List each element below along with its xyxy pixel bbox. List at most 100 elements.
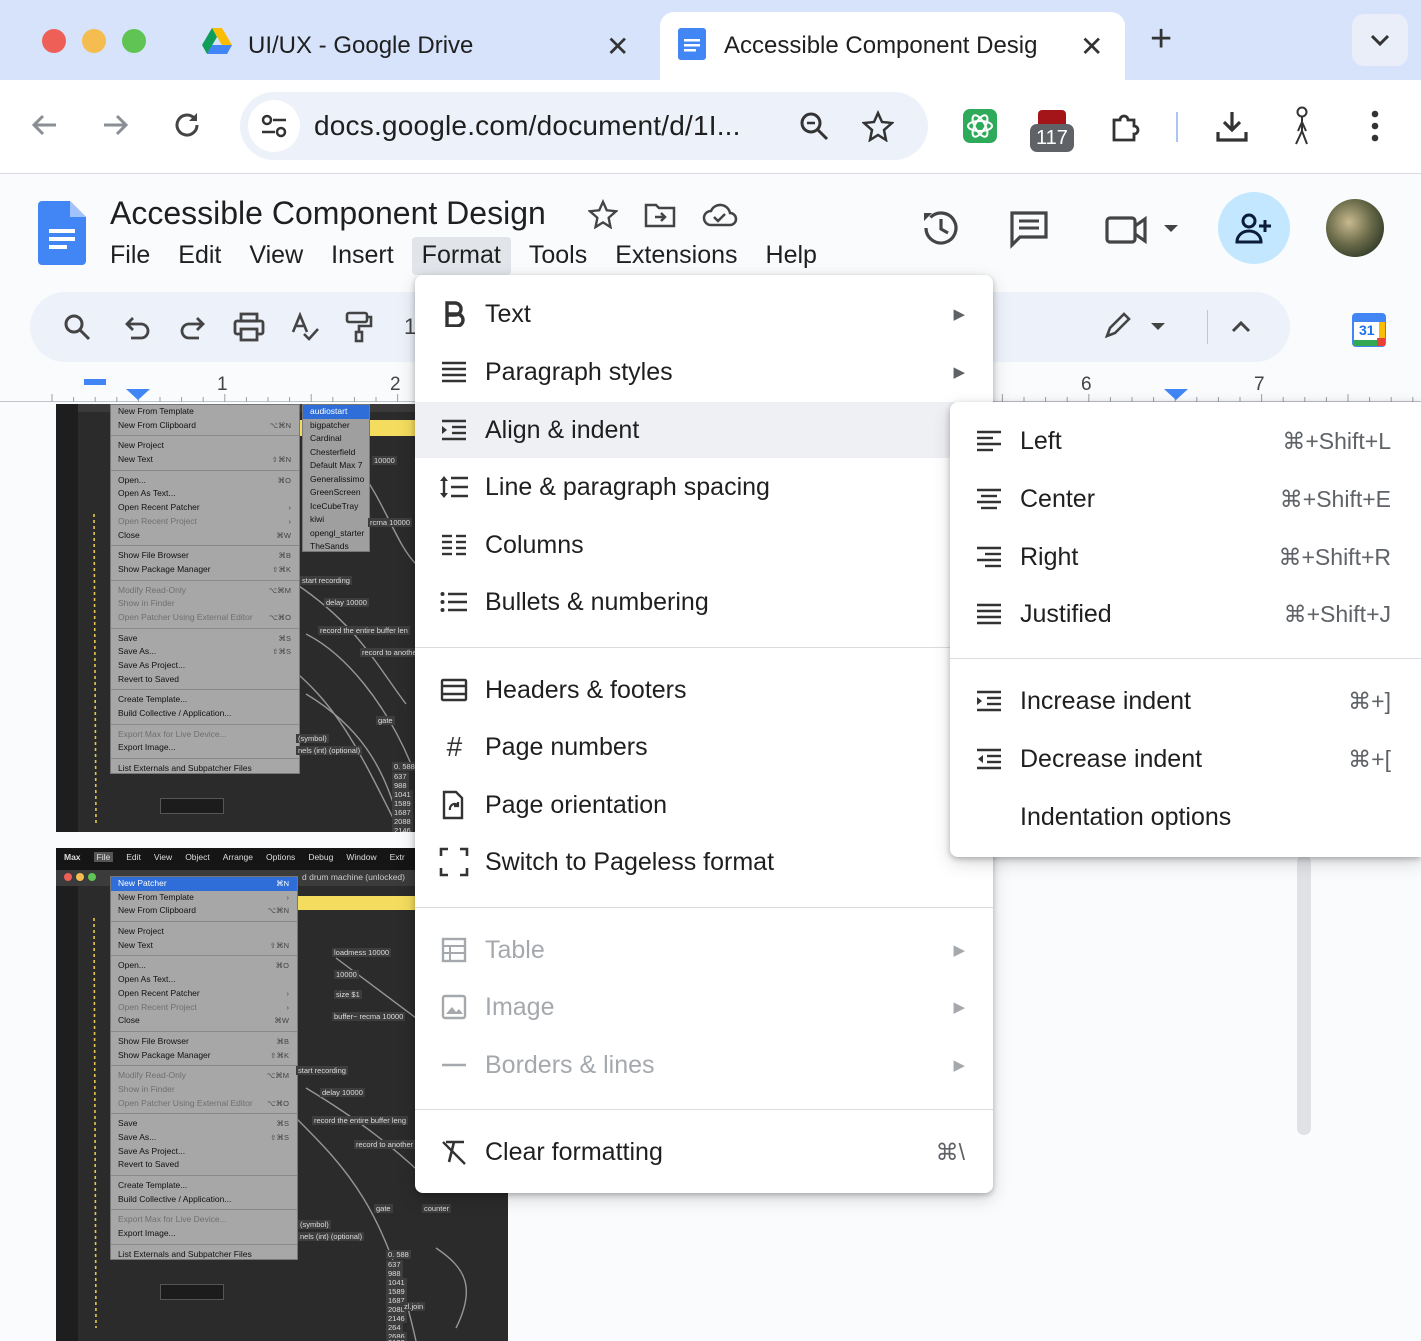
submenu-item-shortcut: ⌘+] bbox=[1348, 687, 1391, 714]
undo-button[interactable] bbox=[118, 308, 156, 346]
search-menus-button[interactable] bbox=[58, 308, 96, 346]
close-window-button[interactable] bbox=[42, 29, 66, 53]
shot-menu-row-shortcut: ⌥⌘M bbox=[268, 585, 291, 595]
menu-tools[interactable]: Tools bbox=[519, 237, 597, 275]
editing-mode-button[interactable] bbox=[1096, 308, 1176, 346]
hide-menus-button[interactable] bbox=[1222, 308, 1260, 346]
shot-menu-separator bbox=[111, 579, 299, 581]
meet-button[interactable] bbox=[1104, 213, 1188, 252]
align-left-item[interactable]: Left ⌘+Shift+L bbox=[950, 413, 1421, 469]
extension-button[interactable] bbox=[962, 108, 998, 144]
format-menu-item-clear-formatting[interactable]: Clear formatting ⌘\ bbox=[415, 1124, 993, 1180]
address-bar[interactable]: docs.google.com/document/d/1I... bbox=[240, 92, 928, 160]
calendar-button[interactable]: 31 bbox=[1351, 312, 1387, 348]
shot-menu-row-label: Export Image... bbox=[118, 1228, 176, 1239]
shot-menu-row-shortcut: ⇧⌘K bbox=[270, 1050, 289, 1060]
tab-accessible-component-design[interactable]: Accessible Component Desig ✕ bbox=[660, 12, 1125, 80]
format-menu-item-page-numbers[interactable]: # Page numbers bbox=[415, 719, 993, 775]
forward-button[interactable] bbox=[98, 108, 132, 142]
menu-item-label: Text bbox=[485, 299, 531, 328]
tab-title: UI/UX - Google Drive bbox=[248, 32, 474, 59]
shot-menu-row-shortcut: ⌥⌘O bbox=[269, 612, 291, 622]
back-button[interactable] bbox=[28, 108, 62, 142]
menu-insert[interactable]: Insert bbox=[321, 237, 404, 275]
close-tab-icon[interactable]: ✕ bbox=[1080, 30, 1103, 63]
extensions-menu-button[interactable] bbox=[1106, 108, 1144, 146]
submenu-arrow-icon: ▶ bbox=[953, 942, 965, 959]
menu-divider bbox=[950, 658, 1421, 659]
document-title[interactable]: Accessible Component Design bbox=[110, 195, 546, 232]
spellcheck-button[interactable] bbox=[286, 308, 324, 346]
shot-menu-row: Revert to Saved bbox=[111, 1158, 297, 1172]
comments-button[interactable] bbox=[1008, 209, 1050, 254]
decrease-indent-item[interactable]: Decrease indent ⌘+[ bbox=[950, 731, 1421, 787]
menu-extensions[interactable]: Extensions bbox=[605, 237, 747, 275]
site-info-button[interactable] bbox=[248, 100, 300, 152]
shot-menu-row: Show Package Manager ⇧⌘K bbox=[111, 1049, 297, 1063]
submenu-item-label: Decrease indent bbox=[1020, 744, 1203, 773]
format-menu-item-paragraph-styles[interactable]: Paragraph styles ▶ bbox=[415, 344, 993, 400]
avatar[interactable] bbox=[1326, 199, 1384, 257]
share-button[interactable] bbox=[1218, 192, 1290, 264]
docs-logo-icon[interactable] bbox=[38, 201, 86, 270]
shot-patch-label: 1589 bbox=[386, 1287, 407, 1296]
format-menu-item-headers-footers[interactable]: Headers & footers bbox=[415, 662, 993, 718]
stick-figure-icon bbox=[1295, 106, 1308, 145]
shot-menu-row: New From Template › bbox=[111, 891, 297, 905]
profile-button[interactable] bbox=[1284, 104, 1320, 148]
version-history-button[interactable] bbox=[920, 207, 962, 254]
format-menu-item-line-spacing[interactable]: Line & paragraph spacing bbox=[415, 459, 993, 515]
paint-format-button[interactable] bbox=[340, 308, 378, 346]
extension-badge-button[interactable]: 117 bbox=[1030, 108, 1074, 152]
bookmark-button[interactable] bbox=[860, 108, 896, 144]
shot-menu-row-label: Build Collective / Application... bbox=[118, 708, 232, 719]
close-tab-icon[interactable]: ✕ bbox=[606, 30, 629, 63]
menu-file[interactable]: File bbox=[100, 237, 160, 275]
shot-menu-row-label: Open Patcher Using External Editor bbox=[118, 611, 253, 622]
extension-badge-count: 117 bbox=[1030, 124, 1074, 152]
minimize-window-button[interactable] bbox=[82, 29, 106, 53]
print-button[interactable] bbox=[230, 308, 268, 346]
align-justify-item[interactable]: Justified ⌘+Shift+J bbox=[950, 586, 1421, 642]
zoom-button[interactable] bbox=[796, 108, 832, 144]
format-menu-item-text[interactable]: Text ▶ bbox=[415, 286, 993, 342]
document-scrollbar[interactable] bbox=[1297, 855, 1311, 1135]
menu-format[interactable]: Format bbox=[411, 237, 511, 275]
shot-patch-label: buffer~ recma 10000 bbox=[332, 1012, 406, 1021]
cloud-status-button[interactable] bbox=[702, 201, 738, 234]
shot-patch-label: 0. 588 bbox=[386, 1250, 411, 1259]
shot-menu-row-label: Save bbox=[118, 632, 138, 643]
format-menu-item-bullets[interactable]: Bullets & numbering bbox=[415, 574, 993, 630]
menu-item-label: Borders & lines bbox=[485, 1050, 655, 1079]
shot-menu-row-shortcut: ⌘W bbox=[276, 530, 291, 540]
shot-menu-row-label: Show Package Manager bbox=[118, 1049, 211, 1060]
new-tab-button[interactable]: + bbox=[1150, 18, 1172, 61]
format-menu-item-align-indent[interactable]: Align & indent bbox=[415, 402, 993, 458]
tab-google-drive[interactable]: UI/UX - Google Drive ✕ bbox=[190, 12, 650, 80]
menu-view[interactable]: View bbox=[239, 237, 313, 275]
increase-indent-item[interactable]: Increase indent ⌘+] bbox=[950, 673, 1421, 729]
move-button[interactable] bbox=[644, 201, 676, 234]
shot-patch-label: (symbol) bbox=[298, 1220, 331, 1229]
embedded-screenshot-top[interactable]: New From Template New From Clipboard ⌥⌘N Ne… bbox=[56, 404, 416, 832]
menu-help[interactable]: Help bbox=[756, 237, 827, 275]
reload-button[interactable] bbox=[170, 108, 204, 142]
format-menu-item-page-orientation[interactable]: Page orientation bbox=[415, 777, 993, 833]
chevron-down-icon bbox=[1370, 34, 1390, 47]
star-button[interactable] bbox=[587, 198, 619, 234]
menu-edit[interactable]: Edit bbox=[168, 237, 231, 275]
downloads-button[interactable] bbox=[1212, 106, 1252, 146]
menu-item-label: Line & paragraph spacing bbox=[485, 472, 770, 501]
maximize-window-button[interactable] bbox=[122, 29, 146, 53]
shot-menu-row-label: Show in Finder bbox=[118, 598, 175, 609]
format-menu-item-pageless[interactable]: Switch to Pageless format bbox=[415, 834, 993, 890]
browser-menu-button[interactable] bbox=[1360, 106, 1390, 146]
tab-search-button[interactable] bbox=[1352, 14, 1408, 66]
format-menu-item-columns[interactable]: Columns bbox=[415, 517, 993, 573]
align-right-item[interactable]: Right ⌘+Shift+R bbox=[950, 529, 1421, 585]
chevron-up-icon bbox=[1231, 320, 1251, 333]
align-center-item[interactable]: Center ⌘+Shift+E bbox=[950, 471, 1421, 527]
indentation-options-item[interactable]: Indentation options bbox=[950, 789, 1421, 845]
shot-menu-separator bbox=[111, 758, 299, 760]
redo-button[interactable] bbox=[174, 308, 212, 346]
